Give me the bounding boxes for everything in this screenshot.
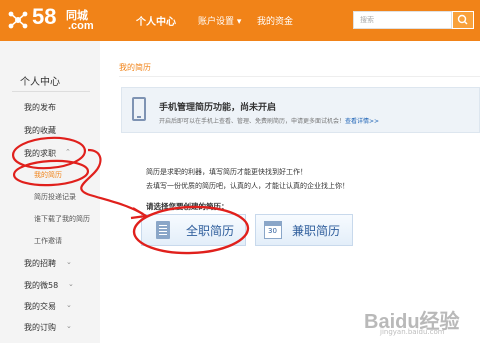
annotation-circle-my-resume	[12, 159, 90, 187]
watermark-url: jingyan.baidu.com	[380, 328, 445, 336]
annotation-arrow-line	[80, 148, 144, 215]
annotation-circle-fulltime	[132, 205, 250, 255]
red-annotation-overlay	[11, 136, 250, 255]
